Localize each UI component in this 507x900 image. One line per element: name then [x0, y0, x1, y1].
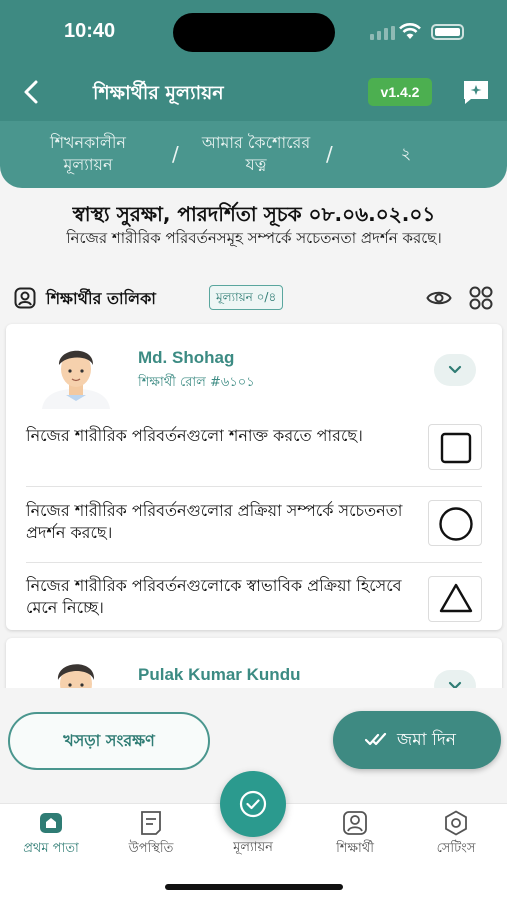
square-icon: [440, 432, 472, 464]
double-check-icon: [365, 732, 387, 746]
criterion-text: নিজের শারীরিক পরিবর্তনগুলোকে স্বাভাবিক প…: [26, 576, 402, 617]
criterion-text: নিজের শারীরিক পরিবর্তনগুলো শনাক্ত করতে প…: [26, 426, 363, 445]
dynamic-island: [173, 13, 335, 52]
triangle-icon: [439, 583, 473, 613]
breadcrumb-item-assessment[interactable]: শিখনকালীন মূল্যায়ন: [40, 132, 136, 176]
submit-button-label: জমা দিন: [397, 730, 456, 750]
indicator-description: নিজের শারীরিক পরিবর্তনসমূহ সম্পর্কে সচেত…: [66, 229, 442, 247]
tab-students[interactable]: শিক্ষার্থী: [310, 810, 400, 858]
breadcrumb-item-chapter[interactable]: আমার কৈশোরের যত্ন: [192, 132, 320, 176]
student-roll: শিক্ষার্থী রোল #৬১০১: [138, 375, 255, 390]
wifi-icon: [399, 23, 421, 39]
feedback-icon[interactable]: [461, 79, 491, 105]
tab-attendance[interactable]: উপস্থিতি: [106, 810, 196, 858]
submit-button[interactable]: জমা দিন: [333, 711, 501, 769]
eye-icon[interactable]: [426, 288, 452, 308]
home-indicator: [165, 884, 343, 890]
breadcrumb-separator: /: [172, 142, 179, 166]
triangle-mark-button[interactable]: [428, 576, 482, 622]
circle-mark-button[interactable]: [428, 500, 482, 546]
student-avatar: [42, 350, 110, 409]
tab-label: শিক্ষার্থী: [336, 841, 374, 856]
back-arrow-icon[interactable]: [18, 76, 46, 108]
grid-view-icon[interactable]: [468, 286, 494, 310]
student-name: Md. Shohag: [138, 348, 235, 367]
divider: [26, 486, 482, 487]
chevron-down-icon: [448, 365, 462, 374]
cellular-signal-icon: [370, 26, 395, 40]
check-circle-icon: [239, 790, 267, 818]
tab-label: প্রথম পাতা: [23, 841, 79, 856]
expand-toggle[interactable]: [434, 354, 476, 386]
criterion-text: নিজের শারীরিক পরিবর্তনগুলোর প্রক্রিয়া স…: [26, 501, 403, 542]
evaluation-fab-button[interactable]: [220, 771, 286, 837]
divider: [26, 562, 482, 563]
student-name: Pulak Kumar Kundu: [138, 665, 301, 684]
evaluation-count-badge: মূল্যায়ন ০/৪: [209, 285, 284, 310]
attendance-icon: [141, 811, 161, 835]
page-title: শিক্ষার্থীর মূল্যায়ন: [93, 82, 224, 104]
tab-label: মূল্যায়ন: [233, 840, 273, 855]
home-icon: [40, 813, 62, 833]
tab-home[interactable]: প্রথম পাতা: [6, 810, 96, 858]
settings-icon: [445, 810, 467, 836]
square-mark-button[interactable]: [428, 424, 482, 470]
status-bar: 10:40: [0, 0, 507, 62]
breadcrumb-separator: /: [326, 142, 333, 166]
breadcrumb-item-step[interactable]: ২: [394, 143, 418, 165]
tab-settings[interactable]: সেটিংস: [411, 810, 501, 858]
student-profile-icon: [343, 811, 367, 835]
student-card: Md. Shohag শিক্ষার্থী রোল #৬১০১ নিজের শা…: [6, 324, 502, 630]
student-list-title: শিক্ষার্থীর তালিকা: [46, 289, 156, 308]
status-time: 10:40: [64, 20, 116, 42]
save-draft-button[interactable]: খসড়া সংরক্ষণ: [8, 712, 210, 770]
battery-icon: [431, 24, 464, 40]
student-list-header: শিক্ষার্থীর তালিকা মূল্যায়ন ০/৪: [14, 284, 494, 312]
tab-label: সেটিংস: [436, 841, 476, 856]
tab-label: উপস্থিতি: [128, 841, 174, 856]
version-badge: v1.4.2: [368, 78, 432, 106]
student-icon: [14, 287, 36, 309]
circle-icon: [439, 507, 473, 541]
